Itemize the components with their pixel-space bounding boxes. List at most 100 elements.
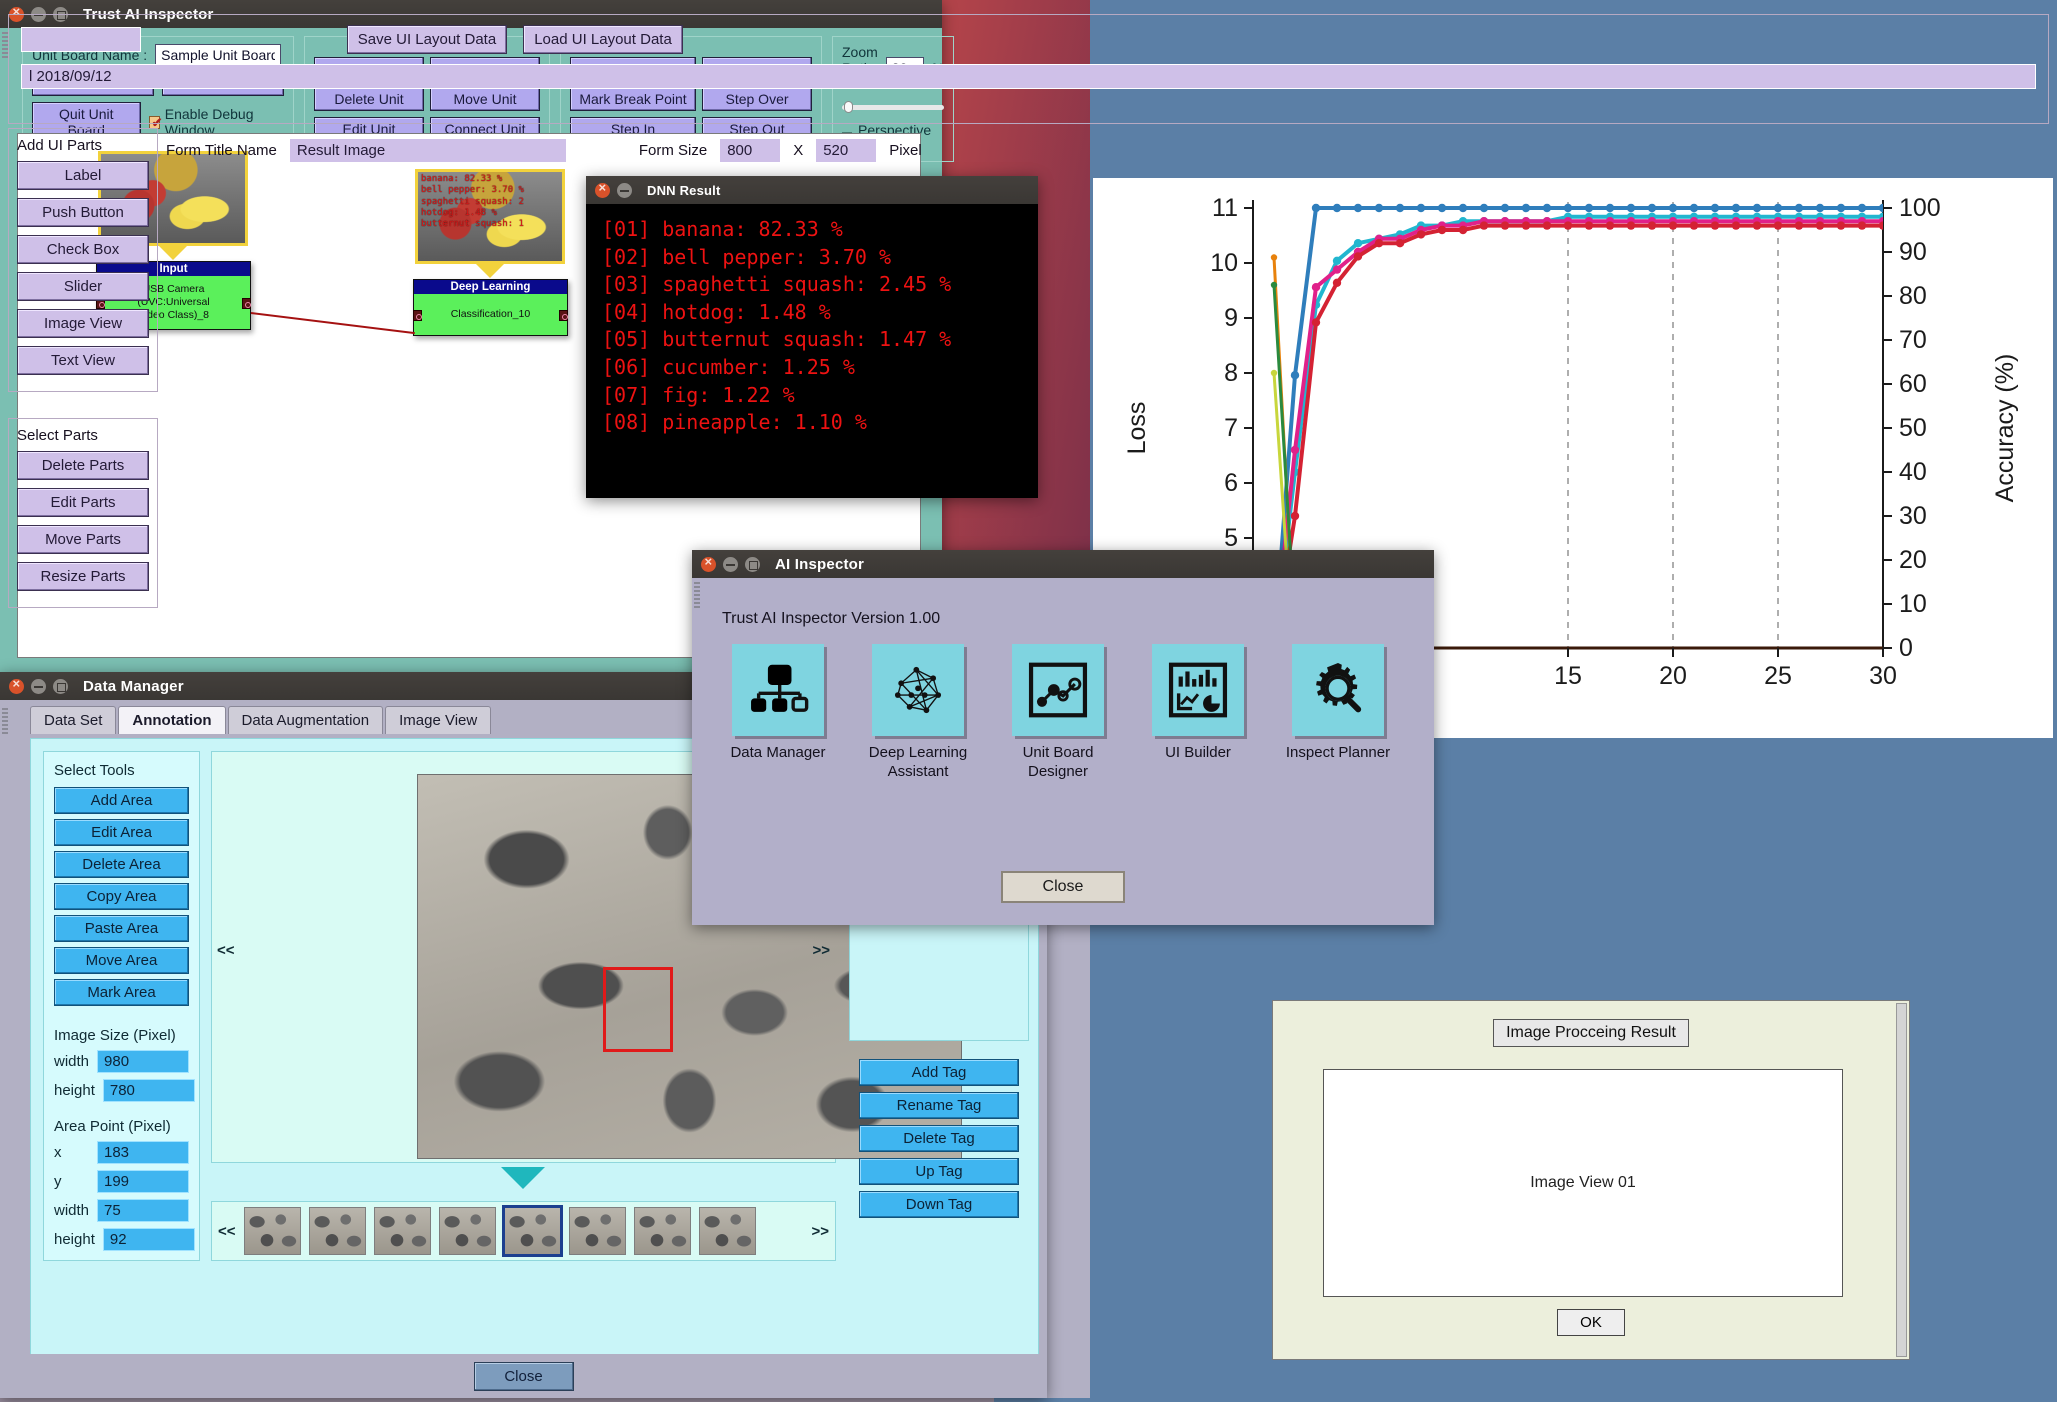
- neural-network-icon[interactable]: [872, 644, 964, 736]
- slider-button[interactable]: Slider: [17, 272, 149, 301]
- filmstrip-prev-button[interactable]: <<: [218, 1223, 236, 1240]
- form-preview-image-view[interactable]: Image View 01: [1323, 1069, 1843, 1297]
- ai-tile-inspect-planner[interactable]: Inspect Planner: [1282, 644, 1394, 782]
- tab-annotation[interactable]: Annotation: [118, 706, 226, 734]
- down-tag-button[interactable]: Down Tag: [859, 1191, 1019, 1218]
- filmstrip-thumbnail[interactable]: [698, 1207, 756, 1255]
- area-height-input[interactable]: [102, 1228, 195, 1251]
- text-view-button[interactable]: Text View: [17, 346, 149, 375]
- image-prev-button[interactable]: <<: [217, 942, 235, 959]
- form-preview-ok-button[interactable]: OK: [1557, 1309, 1625, 1336]
- tool-edit-area-button[interactable]: Edit Area: [54, 819, 189, 846]
- annotation-selection-rect[interactable]: [603, 967, 673, 1052]
- filmstrip[interactable]: << >>: [211, 1201, 836, 1261]
- form-size-unit: Pixel: [889, 141, 922, 159]
- magnifier-gear-icon[interactable]: [1292, 644, 1384, 736]
- area-height-label: height: [54, 1231, 95, 1248]
- close-icon[interactable]: [595, 180, 610, 198]
- rename-tag-button[interactable]: Rename Tag: [859, 1092, 1019, 1119]
- dashboard-chart-icon[interactable]: [1152, 644, 1244, 736]
- filmstrip-thumbnail[interactable]: [568, 1207, 626, 1255]
- filmstrip-thumbnail[interactable]: [243, 1207, 301, 1255]
- tab-data-set[interactable]: Data Set: [30, 706, 117, 734]
- close-icon[interactable]: [9, 676, 24, 694]
- select-parts-group: Select Parts Delete Parts Edit Parts Move …: [8, 418, 158, 608]
- up-tag-button[interactable]: Up Tag: [859, 1158, 1019, 1185]
- filmstrip-thumbnail[interactable]: [501, 1205, 563, 1257]
- label-button[interactable]: Label: [17, 161, 149, 190]
- filmstrip-thumbnail[interactable]: [633, 1207, 691, 1255]
- ai-tile-unit-board-designer[interactable]: Unit Board Designer: [1002, 644, 1114, 782]
- image-height-input[interactable]: [102, 1079, 195, 1102]
- ui-layout-path-input[interactable]: [21, 64, 2036, 89]
- ui-layout-name-small-input[interactable]: [21, 27, 141, 52]
- image-view-button[interactable]: Image View: [17, 309, 149, 338]
- tool-delete-area-button[interactable]: Delete Area: [54, 851, 189, 878]
- delete-tag-button[interactable]: Delete Tag: [859, 1125, 1019, 1152]
- tab-data-augmentation[interactable]: Data Augmentation: [227, 706, 384, 734]
- add-tag-button[interactable]: Add Tag: [859, 1059, 1019, 1086]
- window-grip[interactable]: [2, 708, 8, 736]
- filmstrip-thumbnail[interactable]: [373, 1207, 431, 1255]
- filmstrip-thumbnail[interactable]: [308, 1207, 366, 1255]
- tool-add-area-button[interactable]: Add Area: [54, 787, 189, 814]
- svg-text:8: 8: [1224, 359, 1238, 387]
- ai-tile-ui-builder[interactable]: UI Builder: [1142, 644, 1254, 782]
- ui-builder-toolbar: Save UI Layout Data Load UI Layout Data: [8, 14, 2049, 124]
- add-ui-parts-label: Add UI Parts: [17, 137, 103, 154]
- filmstrip-thumbnail[interactable]: [438, 1207, 496, 1255]
- area-y-label: y: [54, 1173, 62, 1190]
- form-height-input[interactable]: [815, 137, 878, 163]
- delete-parts-button[interactable]: Delete Parts: [17, 451, 149, 480]
- maximize-icon[interactable]: [53, 678, 68, 694]
- input-node-out-port[interactable]: [242, 297, 251, 309]
- area-x-input[interactable]: [97, 1141, 189, 1164]
- window-grip[interactable]: [694, 582, 700, 610]
- minimize-icon[interactable]: [617, 182, 632, 198]
- check-box-button[interactable]: Check Box: [17, 235, 149, 264]
- form-title-input[interactable]: [288, 137, 567, 163]
- tool-move-area-button[interactable]: Move Area: [54, 947, 189, 974]
- data-manager-close-button[interactable]: Close: [473, 1361, 574, 1391]
- tab-image-view[interactable]: Image View: [385, 706, 492, 734]
- move-parts-button[interactable]: Move Parts: [17, 525, 149, 554]
- form-preview-scrollbar[interactable]: [1896, 1003, 1907, 1357]
- form-preview-canvas[interactable]: Image Procceing Result Image View 01 OK: [1272, 1000, 1910, 1360]
- push-button-button[interactable]: Push Button: [17, 198, 149, 227]
- area-y-input[interactable]: [97, 1170, 189, 1193]
- ai-tile-label: Unit Board Designer: [1022, 744, 1094, 780]
- image-next-button[interactable]: >>: [812, 942, 830, 959]
- close-icon[interactable]: [701, 554, 716, 572]
- dnn-result-line-3: [03] spaghetti squash: 2.45 %: [602, 272, 952, 297]
- svg-text:6: 6: [1224, 469, 1238, 497]
- edit-parts-button[interactable]: Edit Parts: [17, 488, 149, 517]
- ai-tile-data-manager[interactable]: Data Manager: [722, 644, 834, 782]
- org-chart-icon[interactable]: [732, 644, 824, 736]
- image-width-input[interactable]: [97, 1050, 190, 1073]
- form-width-input[interactable]: [719, 137, 782, 163]
- deep-learning-node-in-port[interactable]: [413, 309, 422, 321]
- filmstrip-next-button[interactable]: >>: [811, 1223, 829, 1240]
- tool-mark-area-button[interactable]: Mark Area: [54, 979, 189, 1006]
- maximize-icon[interactable]: [745, 556, 760, 572]
- tool-paste-area-button[interactable]: Paste Area: [54, 915, 189, 942]
- svg-text:50: 50: [1899, 414, 1927, 442]
- load-ui-layout-button[interactable]: Load UI Layout Data: [523, 25, 683, 54]
- bolt-thumbnail-image: [634, 1208, 690, 1254]
- tool-copy-area-button[interactable]: Copy Area: [54, 883, 189, 910]
- ai-tile-deep-learning-assistant[interactable]: Deep Learning Assistant: [862, 644, 974, 782]
- save-ui-layout-button[interactable]: Save UI Layout Data: [347, 25, 507, 54]
- ai-tile-label: UI Builder: [1165, 744, 1231, 761]
- resize-parts-button[interactable]: Resize Parts: [17, 562, 149, 591]
- area-width-input[interactable]: [97, 1199, 190, 1222]
- minimize-icon[interactable]: [723, 556, 738, 572]
- deep-learning-node[interactable]: Deep Learning Classification_10: [413, 279, 568, 337]
- minimize-icon[interactable]: [31, 678, 46, 694]
- image-width-label: width: [54, 1053, 90, 1070]
- form-preview-title-chip[interactable]: Image Procceing Result: [1493, 1019, 1689, 1047]
- deep-learning-node-out-port[interactable]: [559, 309, 568, 321]
- dnn-result-titlebar[interactable]: DNN Result: [586, 176, 1038, 204]
- ai-inspector-titlebar[interactable]: AI Inspector: [692, 550, 1434, 578]
- ai-inspector-close-button[interactable]: Close: [1000, 871, 1126, 903]
- node-graph-icon[interactable]: [1012, 644, 1104, 736]
